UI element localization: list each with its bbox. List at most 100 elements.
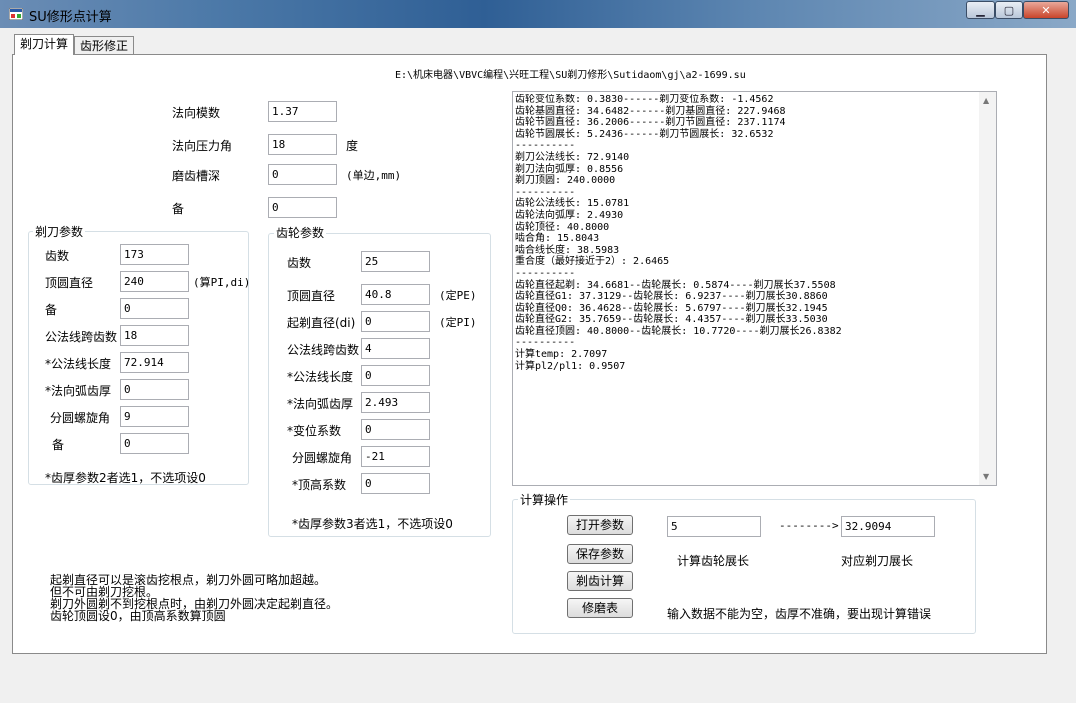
gear-params-title: 齿轮参数	[274, 224, 327, 241]
shaver-arc-thickness-input[interactable]: 0	[120, 379, 189, 400]
grinding-depth-input[interactable]: 0	[268, 164, 337, 185]
result-line: 齿轮直径Q0: 36.4628--齿轮展长: 5.6797----剃刀展长32.…	[515, 302, 828, 314]
maximize-button[interactable]: ▢	[995, 1, 1023, 19]
result-line: 齿轮直径G2: 35.7659--齿轮展长: 4.4357----剃刀展长33.…	[515, 314, 828, 326]
results-textbox[interactable]: 齿轮变位系数: 0.3830------剃刀变位系数: -1.4562 齿轮基圆直…	[512, 91, 997, 486]
gear-arc-thickness-input[interactable]: 2.493	[361, 392, 430, 413]
result-line: 齿轮顶径: 40.8000	[515, 221, 610, 233]
shaver-reserve-input[interactable]: 0	[120, 298, 189, 319]
result-line: 重合度（最好接近于2）: 2.6465	[515, 256, 670, 268]
close-icon: ✕	[1041, 3, 1051, 17]
input-warning: 输入数据不能为空，齿厚不准确，要出现计算错误	[667, 607, 932, 621]
shaver-tip-diameter-input[interactable]: 240	[120, 271, 189, 292]
result-line: 齿轮法向弧厚: 2.4930	[515, 209, 624, 221]
grinding-depth-label: 磨齿槽深	[172, 169, 221, 183]
results-text: 齿轮变位系数: 0.3830------剃刀变位系数: -1.4562 齿轮基圆直…	[515, 94, 980, 483]
result-line: ----------	[515, 140, 576, 152]
grinding-table-button[interactable]: 修磨表	[567, 598, 633, 618]
result-line: 齿轮公法线长: 15.0781	[515, 198, 630, 210]
gear-start-diameter-label: 起剃直径(di)	[287, 316, 356, 330]
result-line: 齿轮直径顶圆: 40.8000--齿轮展长: 10.7720----剃刀展长26…	[515, 325, 842, 337]
window-title: SU修形点计算	[29, 10, 112, 25]
gear-span-teeth-label: 公法线跨齿数	[287, 343, 360, 357]
gear-helix-angle-input[interactable]: -21	[361, 446, 430, 467]
shaver-base-tangent-label: *公法线长度	[45, 357, 112, 371]
result-line: ----------	[515, 186, 576, 198]
gear-addendum-coef-input[interactable]: 0	[361, 473, 430, 494]
result-line: 剃刀公法线长: 72.9140	[515, 151, 630, 163]
result-line: 剃刀顶圆: 240.0000	[515, 175, 616, 187]
gear-span-teeth-input[interactable]: 4	[361, 338, 430, 359]
shave-calc-button[interactable]: 剃齿计算	[567, 571, 633, 591]
gear-teeth-input[interactable]: 25	[361, 251, 430, 272]
result-line: 齿轮节圆直径: 36.2006------剃刀节圆直径: 237.1174	[515, 117, 786, 129]
result-line: 齿轮直径起剃: 34.6681--齿轮展长: 0.5874----剃刀展长37.…	[515, 279, 836, 291]
grinding-depth-unit: (单边,mm)	[346, 169, 402, 182]
gear-base-tangent-input[interactable]: 0	[361, 365, 430, 386]
pressure-angle-input[interactable]: 18	[268, 134, 337, 155]
file-path: E:\机床电器\VBVC编程\兴旺工程\SU剃刀修形\Sutidaom\gj\a…	[395, 70, 746, 81]
result-line: 计算pl2/pl1: 0.9507	[515, 360, 626, 372]
gear-start-diameter-unit: (定PI)	[439, 316, 477, 329]
gear-tip-diameter-label: 顶圆直径	[287, 289, 336, 303]
gear-shift-coef-label: *变位系数	[287, 424, 342, 438]
gear-tip-diameter-input[interactable]: 40.8	[361, 284, 430, 305]
pressure-angle-unit: 度	[346, 139, 359, 153]
reserve-input[interactable]: 0	[268, 197, 337, 218]
shaver-params-title: 剃刀参数	[33, 223, 86, 240]
save-params-button[interactable]: 保存参数	[567, 544, 633, 564]
maximize-icon: ▢	[1003, 3, 1015, 17]
shaver-span-teeth-label: 公法线跨齿数	[45, 330, 118, 344]
tab-profile-correction[interactable]: 齿形修正	[74, 36, 135, 55]
shaver-base-tangent-input[interactable]: 72.914	[120, 352, 189, 373]
calc-ops-title: 计算操作	[518, 491, 571, 508]
shaver-teeth-input[interactable]: 173	[120, 244, 189, 265]
notes-block: 起剃直径可以是滚齿挖根点，剃刀外圆可略加超越。 但不可由剃刀挖根。 剃刀外圆剃不…	[50, 574, 338, 622]
gear-roll-length-input[interactable]: 5	[667, 516, 761, 537]
shaver-note: *齿厚参数2者选1，不选项设0	[45, 471, 206, 485]
module-input[interactable]: 1.37	[268, 101, 337, 122]
open-params-button[interactable]: 打开参数	[567, 515, 633, 535]
minimize-button[interactable]: ▁	[966, 1, 995, 19]
shaver-span-teeth-input[interactable]: 18	[120, 325, 189, 346]
gear-roll-length-caption: 计算齿轮展长	[677, 554, 750, 568]
title-bar	[0, 0, 1076, 28]
gear-addendum-coef-label: *顶高系数	[292, 478, 347, 492]
minimize-icon: ▁	[976, 3, 985, 17]
shaver-helix-angle-input[interactable]: 9	[120, 406, 189, 427]
shaver-roll-length-output[interactable]: 32.9094	[841, 516, 935, 537]
pressure-angle-label: 法向压力角	[172, 139, 233, 153]
shaver-roll-length-caption: 对应剃刀展长	[841, 554, 914, 568]
gear-arc-thickness-label: *法向弧齿厚	[287, 397, 354, 411]
gear-helix-angle-label: 分圆螺旋角	[292, 451, 353, 465]
module-label: 法向模数	[172, 106, 221, 120]
shaver-helix-angle-label: 分圆螺旋角	[50, 411, 111, 425]
gear-start-diameter-input[interactable]: 0	[361, 311, 430, 332]
result-line: 齿轮节圆展长: 5.2436------剃刀节圆展长: 32.6532	[515, 128, 774, 140]
result-line: 齿轮直径G1: 37.3129--齿轮展长: 6.9237----剃刀展长30.…	[515, 291, 828, 303]
gear-teeth-label: 齿数	[287, 256, 312, 270]
shaver-tip-diameter-unit: (算PI,di)	[193, 276, 251, 289]
calc-arrow: -------->	[779, 519, 839, 532]
gear-shift-coef-input[interactable]: 0	[361, 419, 430, 440]
shaver-tip-diameter-label: 顶圆直径	[45, 276, 94, 290]
shaver-reserve-label: 备	[45, 303, 58, 317]
app-icon	[9, 8, 23, 20]
result-line: 计算temp: 2.7097	[515, 349, 608, 361]
gear-note: *齿厚参数3者选1，不选项设0	[292, 517, 453, 531]
result-line: 啮合线长度: 38.5983	[515, 244, 620, 256]
result-line: 啮合角: 15.8043	[515, 233, 600, 245]
results-scrollbar[interactable]: ▲ ▼	[979, 92, 996, 485]
shaver-teeth-label: 齿数	[45, 249, 70, 263]
close-button[interactable]: ✕	[1023, 1, 1069, 19]
result-line: 剃刀法向弧厚: 0.8556	[515, 163, 624, 175]
result-line: ----------	[515, 337, 576, 349]
result-line: 齿轮变位系数: 0.3830------剃刀变位系数: -1.4562	[515, 94, 774, 105]
note-line: 齿轮顶圆设0，由顶高系数算顶圆	[50, 609, 226, 623]
tab-shaver-calc[interactable]: 剃刀计算	[14, 34, 75, 55]
scroll-down-icon[interactable]: ▼	[983, 472, 989, 481]
scroll-up-icon[interactable]: ▲	[983, 96, 989, 105]
reserve-label: 备	[172, 202, 185, 216]
shaver-reserve2-input[interactable]: 0	[120, 433, 189, 454]
gear-tip-diameter-unit: (定PE)	[439, 289, 477, 302]
